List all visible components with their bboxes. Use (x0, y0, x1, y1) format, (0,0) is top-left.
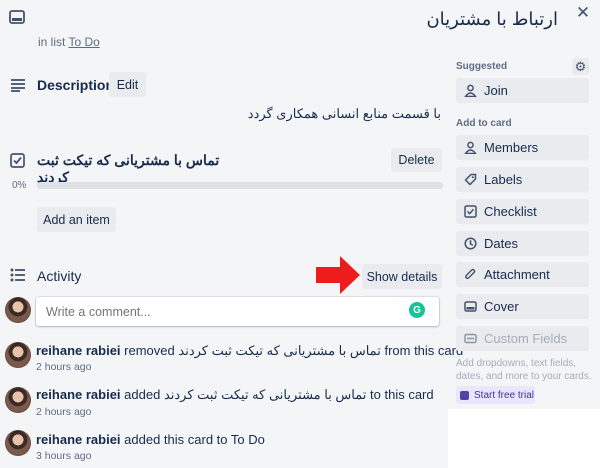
suggested-settings-button[interactable]: ⚙ (572, 58, 589, 75)
sidebar-item-cover[interactable]: Cover (456, 294, 589, 319)
activity-entry: reihane rabiei removed تماس با مشتریانی … (36, 343, 463, 359)
activity-time[interactable]: 2 hours ago (36, 406, 91, 418)
cover-icon (464, 301, 477, 312)
sidebar-item-checklist[interactable]: Checklist (456, 199, 589, 224)
comment-box[interactable]: G (36, 297, 439, 326)
suggested-heading: Suggested (456, 61, 508, 72)
person-icon (464, 84, 477, 97)
start-free-trial-button[interactable]: Start free trial (456, 386, 535, 404)
activity-action: added (124, 387, 161, 402)
checkbox-icon (464, 205, 477, 218)
list-prefix: in list (38, 35, 66, 49)
checklist-icon (10, 153, 25, 168)
checklist-progress-percent: 0% (12, 180, 27, 191)
checklist-title[interactable]: تماس با مشتریانی که تیکت ثبت کردند (37, 152, 237, 186)
red-arrow-icon (314, 255, 362, 295)
gear-icon: ⚙ (574, 59, 587, 74)
description-text[interactable]: با قسمت منابع انسانی همکاری گردد (248, 106, 441, 122)
activity-checklist-name: تماس با مشتریانی که تیکت ثبت کردند (163, 387, 367, 402)
checklist-delete-button[interactable]: Delete (391, 148, 442, 172)
sidebar-item-label: Attachment (484, 267, 550, 282)
add-to-card-heading: Add to card (456, 118, 512, 129)
person-icon (464, 141, 477, 154)
sidebar-item-dates[interactable]: Dates (456, 231, 589, 256)
trial-icon (460, 390, 469, 400)
card-icon (9, 9, 25, 25)
activity-target: from this card (384, 343, 464, 358)
show-details-button[interactable]: Show details (362, 264, 442, 289)
sidebar-item-label: Dates (484, 236, 518, 251)
avatar (5, 297, 31, 323)
checklist-progress-track (37, 182, 443, 189)
comment-input[interactable] (36, 297, 396, 326)
sidebar-item-label: Members (484, 140, 539, 155)
sidebar-item-labels[interactable]: Labels (456, 167, 589, 192)
close-icon[interactable]: ✕ (574, 3, 592, 22)
activity-action: added this card to To Do (124, 432, 265, 447)
activity-entry: reihane rabiei added this card to To Do (36, 432, 265, 447)
avatar (5, 430, 31, 456)
list-link[interactable]: To Do (68, 35, 99, 49)
custom-fields-promo: Add dropdowns, text fields, dates, and m… (456, 358, 592, 382)
join-label: Join (484, 83, 508, 98)
card-title[interactable]: ارتباط با مشتریان (426, 9, 558, 30)
activity-action: removed (124, 343, 175, 358)
description-icon (10, 78, 26, 92)
activity-user[interactable]: reihane rabiei (36, 432, 121, 447)
activity-heading: Activity (37, 268, 82, 284)
avatar (5, 342, 31, 368)
add-checklist-item-button[interactable]: Add an item (37, 207, 116, 232)
join-button[interactable]: Join (456, 78, 589, 103)
sidebar-item-members[interactable]: Members (456, 135, 589, 160)
activity-target: to this card (370, 387, 434, 402)
activity-checklist-name: تماس با مشتریانی که تیکت ثبت کردند (178, 343, 381, 358)
sidebar-item-label: Checklist (484, 204, 537, 219)
window-edge (448, 409, 600, 468)
activity-icon (10, 268, 26, 282)
description-edit-button[interactable]: Edit (109, 72, 146, 97)
custom-fields-icon (464, 333, 477, 344)
activity-time[interactable]: 2 hours ago (36, 361, 91, 373)
activity-time[interactable]: 3 hours ago (36, 450, 91, 462)
clock-icon (464, 237, 477, 250)
sidebar-item-custom-fields[interactable]: Custom Fields (456, 326, 589, 351)
activity-user[interactable]: reihane rabiei (36, 387, 121, 402)
tag-icon (464, 173, 477, 186)
trial-label: Start free trial (474, 389, 535, 401)
list-location: in list To Do (38, 35, 100, 49)
description-heading: Description (37, 77, 115, 93)
paperclip-icon (465, 268, 476, 280)
activity-user[interactable]: reihane rabiei (36, 343, 121, 358)
sidebar-item-label: Cover (484, 299, 519, 314)
sidebar-item-attachment[interactable]: Attachment (456, 262, 589, 287)
sidebar-item-label: Custom Fields (484, 331, 568, 346)
avatar (5, 387, 31, 413)
sidebar-item-label: Labels (484, 172, 523, 187)
grammarly-icon[interactable]: G (409, 302, 425, 318)
activity-entry: reihane rabiei added تماس با مشتریانی که… (36, 387, 434, 403)
